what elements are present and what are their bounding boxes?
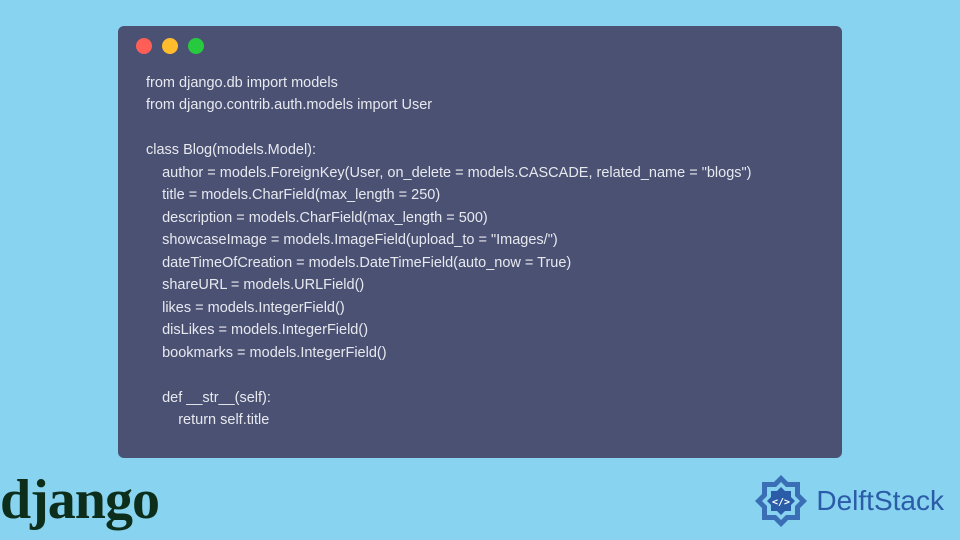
code-line: return self.title [146,412,269,428]
code-line: description = models.CharField(max_lengt… [146,210,488,226]
code-line: disLikes = models.IntegerField() [146,322,368,338]
code-line: bookmarks = models.IntegerField() [146,345,387,361]
minimize-dot-icon [162,38,178,54]
code-line: from django.contrib.auth.models import U… [146,97,432,113]
code-line: def __str__(self): [146,390,271,406]
delftstack-icon: </> [752,472,810,530]
code-line: from django.db import models [146,75,338,91]
code-line: likes = models.IntegerField() [146,300,345,316]
django-logo-text: django [0,469,159,531]
delftstack-logo: </> DelftStack [752,472,944,530]
code-window: from django.db import models from django… [118,26,842,458]
delftstack-text: DelftStack [816,485,944,517]
svg-text:</>: </> [772,497,790,508]
maximize-dot-icon [188,38,204,54]
code-line: shareURL = models.URLField() [146,277,364,293]
code-line: class Blog(models.Model): [146,142,316,158]
window-title-bar [118,38,842,72]
code-line: title = models.CharField(max_length = 25… [146,187,440,203]
code-block: from django.db import models from django… [118,72,842,432]
code-line: dateTimeOfCreation = models.DateTimeFiel… [146,255,571,271]
close-dot-icon [136,38,152,54]
code-line: showcaseImage = models.ImageField(upload… [146,232,558,248]
code-line: author = models.ForeignKey(User, on_dele… [146,165,752,181]
django-logo: django [0,468,159,532]
